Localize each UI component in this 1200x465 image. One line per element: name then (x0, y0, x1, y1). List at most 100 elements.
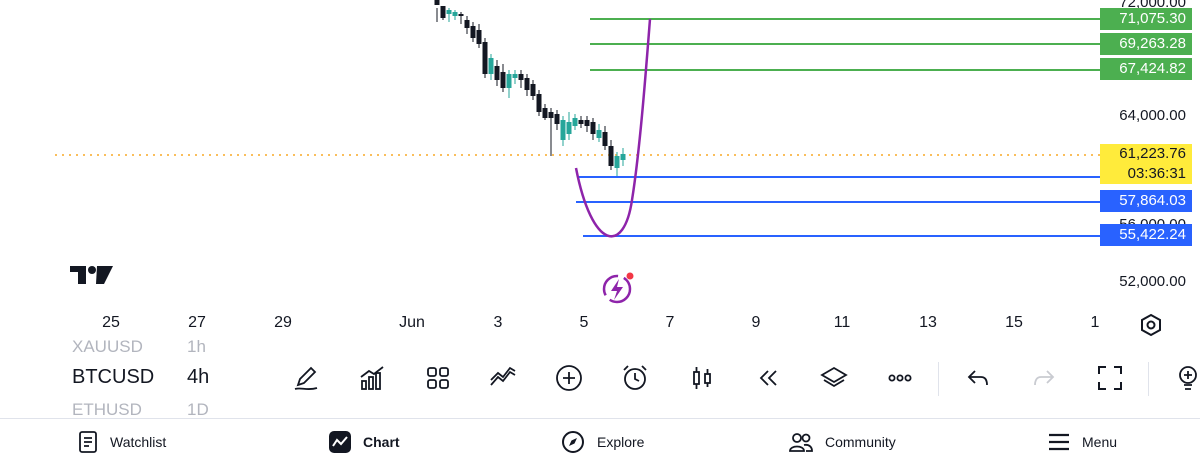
nav-chart[interactable]: Chart (329, 428, 400, 456)
toolbar-divider (1148, 362, 1149, 396)
candle (536, 94, 542, 112)
compare-icon (490, 366, 516, 386)
compare-button[interactable] (487, 362, 519, 394)
price-label-support2: 55,422.24 (1100, 224, 1192, 246)
candle (488, 58, 494, 74)
chart-settings-icon[interactable] (1138, 312, 1164, 338)
symbol-next[interactable]: ETHUSD 1D (72, 400, 209, 418)
candle (560, 120, 566, 140)
nav-label: Community (825, 434, 896, 450)
candle (590, 122, 596, 134)
hamburger-menu-icon (1049, 433, 1069, 451)
candle (530, 84, 536, 96)
symbol-current[interactable]: BTCUSD 4h (72, 366, 209, 389)
chart-icon (329, 431, 351, 453)
price-label-tp2: 69,263.28 (1100, 33, 1192, 55)
more-button[interactable] (884, 362, 916, 394)
bar-countdown: 03:36:31 (1127, 165, 1186, 182)
candle (494, 66, 500, 80)
candle (440, 6, 446, 18)
time-axis-tick: 13 (919, 314, 937, 331)
symbol-interval: 1h (187, 337, 206, 355)
candle (554, 114, 560, 124)
nav-label: Menu (1082, 434, 1118, 450)
symbol-name: ETHUSD (72, 400, 142, 418)
redo-button[interactable] (1028, 362, 1060, 394)
nav-community[interactable]: Community (789, 428, 896, 456)
tradingview-logo (70, 266, 113, 284)
candle (512, 74, 518, 78)
nav-label: Watchlist (110, 434, 167, 450)
drawing-icon (294, 366, 318, 391)
candle (452, 12, 458, 16)
replay-button[interactable] (752, 362, 784, 394)
nav-label: Explore (597, 434, 645, 450)
watchlist-icon (79, 431, 97, 453)
time-axis-tick: 25 (102, 314, 120, 331)
chart-area[interactable]: 72,000.00 64,000.00 56,000.00 52,000.00 … (0, 0, 1200, 340)
ideas-icon (1179, 366, 1197, 390)
more-icon (888, 374, 912, 382)
candle (524, 78, 530, 90)
layers-button[interactable] (818, 362, 850, 394)
time-axis-tick: 7 (665, 314, 675, 331)
compass-icon (562, 431, 584, 453)
drawing-tools-button[interactable] (290, 362, 322, 394)
candle (584, 120, 590, 126)
alert-icon (623, 365, 647, 390)
candle (602, 132, 608, 146)
candle (476, 30, 482, 44)
time-axis-tick: 3 (493, 314, 503, 331)
nav-menu[interactable]: Menu (1048, 428, 1117, 456)
symbol-interval: 1D (187, 400, 209, 418)
price-label-tp3: 67,424.82 (1100, 58, 1192, 80)
candle (542, 108, 548, 118)
current-price-label: 61,223.76 03:36:31 (1100, 144, 1192, 184)
candle (596, 130, 602, 138)
layouts-button[interactable] (422, 362, 454, 394)
time-axis-tick: 11 (833, 314, 851, 331)
candle (614, 156, 620, 168)
nav-watchlist[interactable]: Watchlist (78, 428, 166, 456)
candle (458, 14, 464, 16)
time-axis-tick: 29 (274, 314, 292, 331)
ideas-button[interactable] (1172, 362, 1200, 394)
candle (500, 72, 506, 88)
add-button[interactable] (553, 362, 585, 394)
time-axis-tick: 15 (1005, 314, 1023, 331)
candle (434, 0, 440, 5)
symbol-interval: 4h (187, 366, 210, 388)
candle (506, 74, 512, 88)
fullscreen-button[interactable] (1094, 362, 1126, 394)
replay-icon (759, 370, 777, 386)
indicators-icon (360, 366, 384, 390)
candle (578, 120, 584, 124)
flash-icon[interactable] (597, 270, 637, 306)
toolbar-divider (938, 362, 939, 396)
price-label-tp1: 71,075.30 (1100, 8, 1192, 30)
candle (470, 26, 476, 38)
time-axis-tick: 5 (579, 314, 589, 331)
undo-button[interactable] (962, 362, 994, 394)
time-axis-tick: Jun (399, 314, 425, 331)
chart-type-button[interactable] (686, 362, 718, 394)
symbol-name: BTCUSD (72, 366, 155, 388)
alert-button[interactable] (619, 362, 651, 394)
layers-icon (820, 366, 848, 388)
candle (464, 20, 470, 28)
community-icon (789, 433, 813, 452)
indicators-button[interactable] (356, 362, 388, 394)
time-axis-tick: 1 (1090, 314, 1100, 331)
price-scale-label: 64,000.00 (1119, 107, 1186, 124)
candle (620, 154, 626, 160)
candle (608, 146, 614, 166)
candles-icon (693, 367, 711, 389)
candle (566, 122, 572, 134)
symbol-prev[interactable]: XAUUSD 1h (72, 337, 206, 355)
candle (482, 42, 488, 74)
nav-explore[interactable]: Explore (561, 428, 644, 456)
symbol-name: XAUUSD (72, 337, 143, 355)
add-icon (556, 365, 582, 391)
candle (446, 10, 452, 14)
undo-icon (967, 370, 988, 386)
